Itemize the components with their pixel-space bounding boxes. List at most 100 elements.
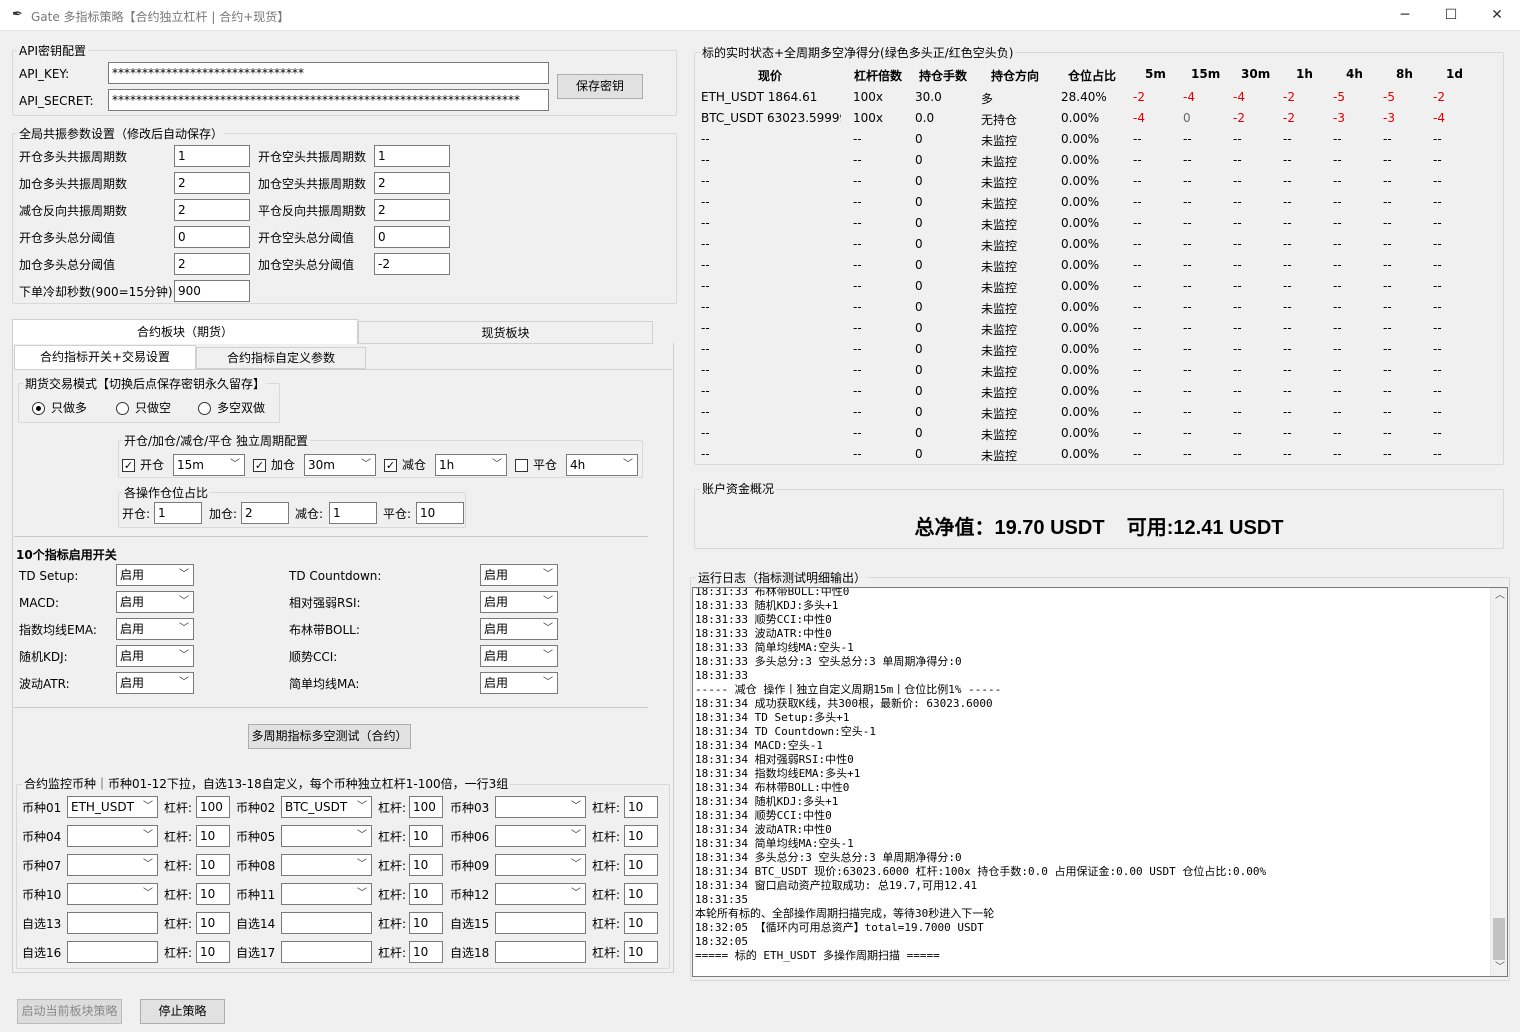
indicator-select[interactable]: 启用 ﹀ bbox=[116, 618, 194, 640]
log-scrollbar[interactable]: ︿ ﹀ bbox=[1490, 588, 1507, 976]
monitor-coin-input[interactable] bbox=[495, 912, 586, 934]
indicator-select[interactable]: 启用 ﹀ bbox=[116, 564, 194, 586]
monitor-leverage-input[interactable]: 10 bbox=[624, 912, 658, 934]
monitor-coin-select[interactable]: BTC_USDT ﹀ bbox=[281, 796, 372, 818]
global-param-input[interactable]: 2 bbox=[174, 199, 250, 221]
chevron-down-icon[interactable]: ﹀ bbox=[539, 565, 557, 585]
indicator-select[interactable]: 启用 ﹀ bbox=[116, 645, 194, 667]
chevron-down-icon[interactable]: ﹀ bbox=[139, 884, 157, 904]
indicator-select[interactable]: 启用 ﹀ bbox=[116, 672, 194, 694]
indicator-select[interactable]: 启用 ﹀ bbox=[480, 672, 558, 694]
monitor-coin-select[interactable]: ﹀ bbox=[495, 854, 586, 876]
monitor-leverage-input[interactable]: 100 bbox=[196, 796, 230, 818]
global-param-input[interactable]: -2 bbox=[374, 253, 450, 275]
ratio-input[interactable]: 2 bbox=[241, 502, 289, 524]
indicator-select[interactable]: 启用 ﹀ bbox=[480, 591, 558, 613]
monitor-leverage-input[interactable]: 10 bbox=[409, 912, 443, 934]
monitor-coin-input[interactable] bbox=[67, 941, 158, 963]
ratio-input[interactable]: 1 bbox=[154, 502, 202, 524]
scroll-down-icon[interactable]: ﹀ bbox=[1495, 961, 1505, 975]
chevron-down-icon[interactable]: ﹀ bbox=[353, 797, 371, 817]
chevron-down-icon[interactable]: ﹀ bbox=[139, 797, 157, 817]
global-param-input[interactable]: 2 bbox=[174, 172, 250, 194]
indicator-select[interactable]: 启用 ﹀ bbox=[480, 645, 558, 667]
chevron-down-icon[interactable]: ﹀ bbox=[139, 826, 157, 846]
period-select[interactable]: 4h ﹀ bbox=[566, 454, 638, 476]
chevron-down-icon[interactable]: ﹀ bbox=[175, 673, 193, 693]
monitor-leverage-input[interactable]: 10 bbox=[196, 912, 230, 934]
period-checkbox[interactable]: ✓ bbox=[122, 459, 135, 472]
monitor-coin-select[interactable]: ﹀ bbox=[495, 825, 586, 847]
monitor-coin-input[interactable] bbox=[67, 912, 158, 934]
scroll-thumb[interactable] bbox=[1493, 918, 1505, 960]
monitor-leverage-input[interactable]: 10 bbox=[196, 825, 230, 847]
period-checkbox[interactable]: ✓ bbox=[253, 459, 266, 472]
chevron-down-icon[interactable]: ﹀ bbox=[539, 646, 557, 666]
chevron-down-icon[interactable]: ﹀ bbox=[539, 592, 557, 612]
monitor-coin-select[interactable]: ﹀ bbox=[67, 825, 158, 847]
subtab-indicator-switch[interactable]: 合约指标开关+交易设置 bbox=[14, 345, 196, 369]
monitor-coin-select[interactable]: ﹀ bbox=[281, 883, 372, 905]
chevron-down-icon[interactable]: ﹀ bbox=[353, 826, 371, 846]
multi-period-test-button[interactable]: 多周期指标多空测试（合约） bbox=[248, 724, 411, 749]
chevron-down-icon[interactable]: ﹀ bbox=[567, 855, 585, 875]
global-param-input[interactable]: 2 bbox=[374, 199, 450, 221]
monitor-leverage-input[interactable]: 10 bbox=[624, 883, 658, 905]
period-select[interactable]: 30m ﹀ bbox=[304, 454, 376, 476]
period-checkbox[interactable]: ✓ bbox=[384, 459, 397, 472]
start-strategy-button[interactable]: 启动当前板块策略 bbox=[17, 999, 122, 1024]
chevron-down-icon[interactable]: ﹀ bbox=[353, 855, 371, 875]
global-param-input[interactable]: 0 bbox=[374, 226, 450, 248]
monitor-leverage-input[interactable]: 10 bbox=[409, 825, 443, 847]
close-icon[interactable]: ✕ bbox=[1474, 0, 1520, 31]
monitor-coin-select[interactable]: ﹀ bbox=[281, 854, 372, 876]
indicator-select[interactable]: 启用 ﹀ bbox=[116, 591, 194, 613]
chevron-down-icon[interactable]: ﹀ bbox=[539, 673, 557, 693]
radio-trade-mode[interactable] bbox=[198, 402, 211, 415]
monitor-coin-input[interactable] bbox=[281, 912, 372, 934]
monitor-leverage-input[interactable]: 10 bbox=[624, 941, 658, 963]
monitor-leverage-input[interactable]: 10 bbox=[196, 883, 230, 905]
period-select[interactable]: 1h ﹀ bbox=[435, 454, 507, 476]
global-param-input[interactable]: 0 bbox=[174, 226, 250, 248]
monitor-coin-select[interactable]: ﹀ bbox=[495, 883, 586, 905]
monitor-leverage-input[interactable]: 100 bbox=[409, 796, 443, 818]
monitor-leverage-input[interactable]: 10 bbox=[409, 941, 443, 963]
monitor-coin-input[interactable] bbox=[281, 941, 372, 963]
chevron-down-icon[interactable]: ﹀ bbox=[175, 646, 193, 666]
api-secret-input[interactable]: ****************************************… bbox=[108, 89, 549, 111]
global-param-input[interactable]: 1 bbox=[374, 145, 450, 167]
chevron-down-icon[interactable]: ﹀ bbox=[539, 619, 557, 639]
chevron-down-icon[interactable]: ﹀ bbox=[175, 619, 193, 639]
radio-trade-mode[interactable] bbox=[32, 402, 45, 415]
chevron-down-icon[interactable]: ﹀ bbox=[353, 884, 371, 904]
chevron-down-icon[interactable]: ﹀ bbox=[139, 855, 157, 875]
monitor-leverage-input[interactable]: 10 bbox=[196, 941, 230, 963]
monitor-leverage-input[interactable]: 10 bbox=[624, 854, 658, 876]
radio-trade-mode[interactable] bbox=[116, 402, 129, 415]
chevron-down-icon[interactable]: ﹀ bbox=[226, 455, 244, 475]
save-key-button[interactable]: 保存密钥 bbox=[557, 74, 643, 99]
minimize-icon[interactable]: ─ bbox=[1382, 0, 1428, 31]
log-text-area[interactable]: 18:31:33 布林带BOLL:中性0 18:31:33 随机KDJ:多头+1 1… bbox=[692, 587, 1508, 977]
ratio-input[interactable]: 10 bbox=[416, 502, 464, 524]
indicator-select[interactable]: 启用 ﹀ bbox=[480, 564, 558, 586]
chevron-down-icon[interactable]: ﹀ bbox=[619, 455, 637, 475]
monitor-coin-input[interactable] bbox=[495, 941, 586, 963]
monitor-leverage-input[interactable]: 10 bbox=[409, 854, 443, 876]
cooldown-input[interactable]: 900 bbox=[174, 280, 250, 302]
chevron-down-icon[interactable]: ﹀ bbox=[175, 565, 193, 585]
monitor-coin-select[interactable]: ﹀ bbox=[495, 796, 586, 818]
period-checkbox[interactable] bbox=[515, 459, 528, 472]
tab-spot[interactable]: 现货板块 bbox=[358, 321, 653, 344]
chevron-down-icon[interactable]: ﹀ bbox=[567, 797, 585, 817]
stop-strategy-button[interactable]: 停止策略 bbox=[140, 999, 225, 1024]
monitor-coin-select[interactable]: ETH_USDT ﹀ bbox=[67, 796, 158, 818]
chevron-down-icon[interactable]: ﹀ bbox=[175, 592, 193, 612]
global-param-input[interactable]: 1 bbox=[174, 145, 250, 167]
monitor-leverage-input[interactable]: 10 bbox=[624, 825, 658, 847]
tab-futures[interactable]: 合约板块（期货） bbox=[12, 319, 358, 344]
indicator-select[interactable]: 启用 ﹀ bbox=[480, 618, 558, 640]
global-param-input[interactable]: 2 bbox=[174, 253, 250, 275]
monitor-leverage-input[interactable]: 10 bbox=[196, 854, 230, 876]
